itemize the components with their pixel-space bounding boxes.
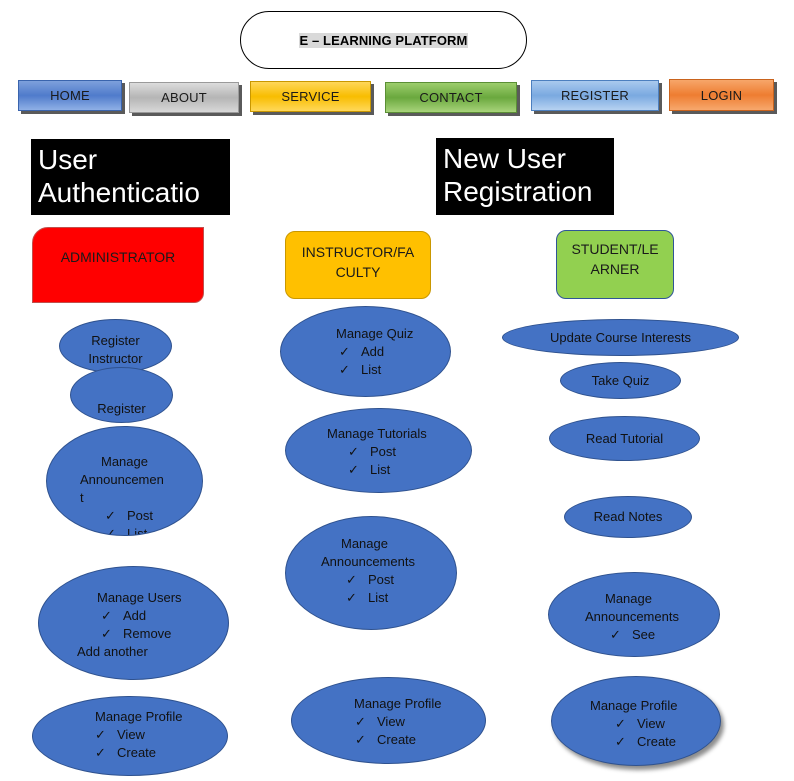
instructor-profile-item-create: Create (377, 732, 417, 747)
manage-quiz-item-list: List (361, 362, 382, 377)
instructor-profile-title: Manage Profile (354, 696, 442, 711)
nav-home-button[interactable]: HOME (18, 80, 122, 111)
check-icon: ✓ (355, 714, 366, 729)
admin-announcements-item-list: List (127, 526, 148, 536)
manage-tutorials-ellipse[interactable]: Manage Tutorials ✓ Post ✓ List (285, 408, 472, 493)
admin-manage-announcements-ellipse[interactable]: Manage Announcemen t ✓ Post ✓ List (46, 426, 203, 536)
student-profile-item-view: View (637, 716, 665, 731)
manage-tutorials-item-list: List (370, 462, 391, 477)
admin-announcements-line3: t (80, 490, 84, 505)
admin-profile-title: Manage Profile (95, 709, 183, 724)
nav-about-label: ABOUT (161, 90, 207, 105)
instructor-announcements-line2: Announcements (321, 554, 415, 569)
check-icon: ✓ (95, 727, 106, 742)
nav-about-button[interactable]: ABOUT (129, 82, 239, 113)
check-icon: ✓ (105, 508, 116, 523)
take-quiz-ellipse[interactable]: Take Quiz (560, 362, 681, 399)
admin-profile-item-view: View (117, 727, 145, 742)
instructor-announcements-item-list: List (368, 590, 389, 605)
nav-contact-button[interactable]: CONTACT (385, 82, 517, 113)
nav-home-label: HOME (50, 88, 90, 103)
nav-contact-label: CONTACT (419, 90, 483, 105)
register-instructor-line2: Instructor (88, 351, 143, 366)
manage-users-extra: Add another (77, 644, 148, 659)
student-profile-title: Manage Profile (590, 698, 678, 713)
read-tutorial-label: Read Tutorial (585, 431, 664, 446)
user-authentication-header: User Authenticatio (31, 139, 230, 215)
register-instructor-line1: Register (91, 333, 140, 348)
manage-users-title: Manage Users (97, 590, 182, 605)
update-course-interests-ellipse[interactable]: Update Course Interests (502, 319, 739, 356)
student-label-line2: ARNER (590, 261, 640, 277)
instructor-manage-profile-ellipse[interactable]: Manage Profile ✓ View ✓ Create (291, 677, 486, 764)
check-icon: ✓ (615, 734, 626, 749)
manage-quiz-ellipse[interactable]: Manage Quiz ✓ Add ✓ List (280, 306, 451, 397)
read-notes-label: Read Notes (593, 509, 663, 524)
student-announcements-line1: Manage (605, 591, 652, 606)
student-announcements-item-see: See (632, 627, 656, 642)
register-ellipse[interactable]: Register (70, 367, 173, 423)
nav-register-label: REGISTER (560, 88, 630, 103)
instructor-label-line1: INSTRUCTOR/FA (301, 244, 415, 260)
check-icon: ✓ (101, 626, 112, 641)
administrator-label: ADMINISTRATOR (60, 249, 176, 265)
check-icon: ✓ (610, 627, 621, 642)
take-quiz-label: Take Quiz (591, 373, 650, 388)
read-tutorial-ellipse[interactable]: Read Tutorial (549, 416, 700, 461)
nav-login-button[interactable]: LOGIN (669, 79, 774, 111)
platform-title: E – LEARNING PLATFORM (240, 11, 527, 69)
admin-announcements-line1: Manage (101, 454, 148, 469)
check-icon: ✓ (355, 732, 366, 747)
nav-register-button[interactable]: REGISTER (531, 80, 659, 111)
new-user-registration-header: New User Registration (436, 138, 614, 215)
nav-service-button[interactable]: SERVICE (250, 81, 371, 112)
student-manage-announcements-ellipse[interactable]: Manage Announcements ✓ See (548, 572, 720, 657)
platform-title-text: E – LEARNING PLATFORM (298, 32, 469, 48)
check-icon: ✓ (95, 745, 106, 760)
student-role-box[interactable]: STUDENT/LE ARNER (556, 230, 674, 299)
instructor-announcements-item-post: Post (368, 572, 395, 587)
check-icon: ✓ (339, 344, 350, 359)
manage-quiz-title: Manage Quiz (336, 326, 414, 341)
admin-profile-item-create: Create (117, 745, 157, 760)
student-label-line1: STUDENT/LE (571, 241, 659, 257)
manage-users-ellipse[interactable]: Manage Users ✓ Add ✓ Remove Add another (38, 566, 229, 680)
nav-service-label: SERVICE (281, 89, 340, 104)
administrator-role-box[interactable]: ADMINISTRATOR (32, 227, 204, 303)
check-icon: ✓ (346, 590, 357, 605)
check-icon: ✓ (615, 716, 626, 731)
update-course-interests-label: Update Course Interests (550, 330, 691, 345)
register-instructor-ellipse[interactable]: Register Instructor (59, 319, 172, 373)
read-notes-ellipse[interactable]: Read Notes (564, 496, 692, 538)
student-announcements-line2: Announcements (585, 609, 679, 624)
student-manage-profile-ellipse[interactable]: Manage Profile ✓ View ✓ Create (551, 676, 721, 766)
manage-tutorials-title: Manage Tutorials (327, 426, 427, 441)
register-label: Register (97, 401, 146, 416)
admin-announcements-item-post: Post (127, 508, 154, 523)
check-icon: ✓ (348, 444, 359, 459)
manage-users-item-add: Add (123, 608, 147, 623)
nav-login-label: LOGIN (700, 87, 743, 103)
instructor-manage-announcements-ellipse[interactable]: Manage Announcements ✓ Post ✓ List (285, 516, 457, 630)
check-icon: ✓ (101, 608, 112, 623)
manage-users-item-remove: Remove (123, 626, 172, 641)
admin-announcements-line2: Announcemen (80, 472, 164, 487)
check-icon: ✓ (339, 362, 350, 377)
check-icon: ✓ (105, 526, 116, 536)
student-profile-item-create: Create (637, 734, 677, 749)
manage-quiz-item-add: Add (361, 344, 385, 359)
admin-manage-profile-ellipse[interactable]: Manage Profile ✓ View ✓ Create (32, 696, 228, 776)
instructor-announcements-line1: Manage (341, 536, 388, 551)
manage-tutorials-item-post: Post (370, 444, 397, 459)
instructor-label-line2: CULTY (335, 264, 381, 280)
instructor-profile-item-view: View (377, 714, 405, 729)
check-icon: ✓ (346, 572, 357, 587)
instructor-role-box[interactable]: INSTRUCTOR/FA CULTY (285, 231, 431, 299)
check-icon: ✓ (348, 462, 359, 477)
